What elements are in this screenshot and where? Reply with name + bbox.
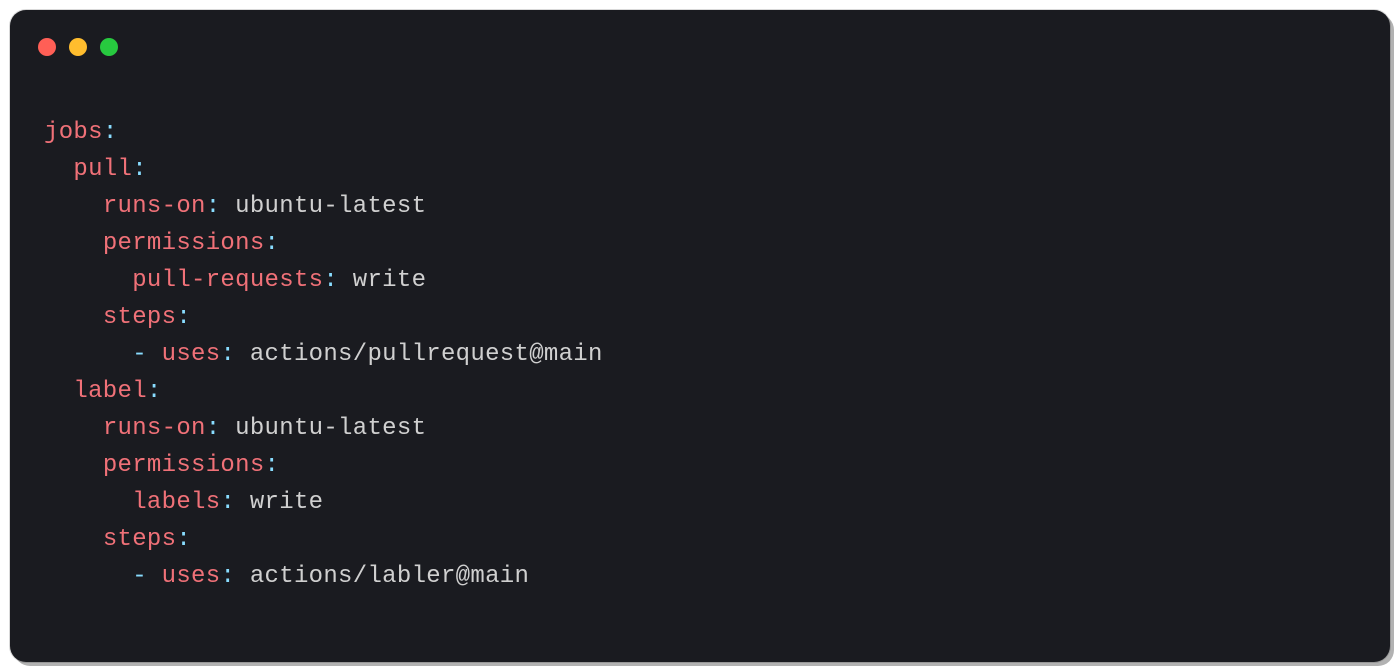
- code-block: jobs: pull: runs-on: ubuntu-latest permi…: [10, 60, 1390, 615]
- terminal-window: jobs: pull: runs-on: ubuntu-latest permi…: [10, 10, 1390, 662]
- titlebar: [10, 10, 1390, 60]
- minimize-icon[interactable]: [69, 38, 87, 56]
- close-icon[interactable]: [38, 38, 56, 56]
- maximize-icon[interactable]: [100, 38, 118, 56]
